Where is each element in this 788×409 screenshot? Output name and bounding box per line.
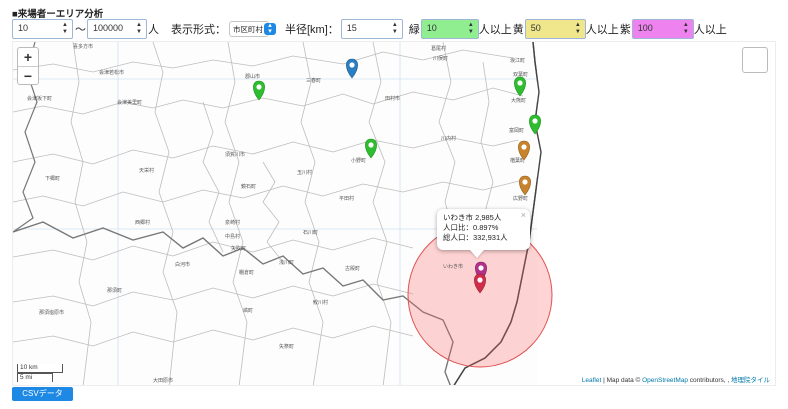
popup-line-ratio: 人口比：0.897% [443, 223, 499, 232]
place-label: 大田原市 [153, 377, 173, 384]
gsi-link[interactable]: 地理院タイル [731, 377, 770, 384]
radius-input[interactable]: 15 ▲ ▼ [340, 19, 403, 39]
map-attribution: Leaflet | Map data © OpenStreetMap contr… [578, 374, 773, 384]
yellow-suffix: 人以上 [585, 24, 619, 36]
spinner-icon[interactable]: ▲ ▼ [392, 22, 398, 36]
marker-green[interactable] [514, 76, 526, 97]
min-count-input[interactable]: 10 ▲ ▼ [12, 19, 73, 39]
place-label: 古殿町 [345, 265, 360, 272]
place-label: 石川町 [303, 230, 318, 236]
purple-threshold-value: 100 [637, 23, 653, 33]
place-label: 須賀川市 [225, 151, 245, 158]
map-popup: × いわき市 2,985人 人口比：0.897% 総人口：332,931人 [437, 209, 530, 250]
place-label: 西郷村 [135, 219, 150, 226]
place-label: 広野町 [513, 195, 528, 202]
place-label: 川俣町 [433, 55, 448, 62]
purple-label: 紫 [619, 24, 631, 36]
place-label: 田村市 [385, 95, 400, 102]
place-label: 郡山市 [245, 73, 260, 80]
green-threshold-value: 10 [426, 23, 437, 33]
green-suffix: 人以上 [478, 24, 512, 36]
place-label: 中島村 [225, 233, 240, 240]
zoom-out-button[interactable]: − [18, 66, 38, 84]
circle-center-label: いわき市 [443, 263, 463, 270]
marker-blue[interactable] [346, 58, 358, 79]
page-title: ■来場者ーエリア分析 [12, 9, 104, 20]
green-label: 緑 [408, 24, 420, 36]
spinner-icon[interactable]: ▲ ▼ [468, 22, 474, 36]
filter-controls: 10 ▲ ▼ 〜 100000 ▲ ▼ 人 表示形式： 市区町村 ▴ ▾ 半径[km]… [12, 19, 727, 39]
place-label: 小野町 [351, 157, 366, 164]
yellow-threshold-value: 50 [530, 23, 541, 33]
attribution-text: contributors, , [688, 377, 731, 384]
place-label: 葛尾村 [431, 45, 446, 52]
display-format-value: 市区町村 [233, 25, 263, 34]
place-label: 川内村 [441, 135, 456, 142]
marker-green[interactable] [365, 138, 377, 159]
spinner-icon[interactable]: ▲ ▼ [136, 22, 142, 36]
radius-label: 半径[km]： [285, 24, 339, 36]
yellow-threshold-input[interactable]: 50 ▲ ▼ [524, 19, 586, 39]
popup-tip [470, 250, 484, 258]
place-label: 会津美里町 [117, 99, 142, 106]
min-count-value: 10 [18, 23, 29, 33]
display-format-select[interactable]: 市区町村 ▴ ▾ [229, 21, 276, 37]
place-label: 天栄村 [139, 167, 154, 174]
purple-threshold-input[interactable]: 100 ▲ ▼ [631, 19, 694, 39]
people-unit: 人 [148, 24, 159, 36]
green-threshold-input[interactable]: 10 ▲ ▼ [420, 19, 479, 39]
csv-data-button[interactable]: CSVデータ [12, 387, 73, 401]
place-label: 富岡町 [509, 127, 524, 134]
display-format-label: 表示形式： [171, 24, 226, 36]
popup-close-icon[interactable]: × [521, 210, 526, 220]
place-label: 浅川町 [279, 259, 294, 266]
place-label: 平田村 [339, 195, 354, 202]
place-label: 塙町 [243, 307, 253, 314]
place-label: 鮫川村 [313, 299, 328, 306]
yellow-label: 黄 [512, 24, 524, 36]
range-tilde: 〜 [75, 24, 86, 36]
place-label: 白河市 [175, 261, 190, 268]
place-label: 会津若松市 [99, 69, 124, 76]
spinner-icon[interactable]: ▲ ▼ [575, 22, 581, 36]
marker-orange[interactable] [519, 175, 531, 196]
spinner-icon[interactable]: ▲ ▼ [683, 22, 689, 36]
place-label: 玉川村 [297, 169, 312, 176]
place-label: 矢祭町 [279, 343, 294, 350]
zoom-control: + − [17, 47, 39, 85]
max-count-value: 100000 [93, 23, 124, 33]
zoom-in-button[interactable]: + [18, 48, 38, 66]
purple-suffix: 人以上 [693, 24, 727, 36]
popup-line-count: いわき市 2,985人 [443, 213, 502, 222]
place-label: 三春町 [306, 77, 321, 84]
leaflet-link[interactable]: Leaflet [582, 377, 602, 384]
place-label: 会津坂下町 [27, 95, 52, 102]
scale-km: 10 km [17, 364, 63, 373]
place-label: 那須塩原市 [39, 309, 64, 316]
place-label: 那須町 [107, 287, 122, 294]
osm-link[interactable]: OpenStreetMap [642, 377, 688, 384]
place-label: 下郷町 [45, 175, 60, 182]
map-view[interactable]: 葛尾村 浪江町 喜多方市 会津若松市 三春町 会津坂下町 会津美里町 郡山市 田… [12, 41, 776, 386]
place-label: 鏡石町 [241, 183, 256, 190]
map-scale: 10 km 5 mi [17, 364, 63, 382]
marker-green[interactable] [253, 80, 265, 101]
select-arrow-icon[interactable]: ▴ ▾ [264, 22, 276, 35]
place-label: 泉崎村 [225, 219, 240, 226]
scale-mi: 5 mi [17, 373, 53, 382]
spinner-icon[interactable]: ▲ ▼ [62, 22, 68, 36]
radius-value: 15 [346, 23, 357, 33]
place-label: 浪江町 [510, 57, 525, 64]
map-base-layer: 葛尾村 浪江町 喜多方市 会津若松市 三春町 会津坂下町 会津美里町 郡山市 田… [13, 42, 775, 385]
place-label: 喜多方市 [73, 43, 93, 50]
max-count-input[interactable]: 100000 ▲ ▼ [87, 19, 147, 39]
layers-control-button[interactable] [742, 47, 768, 73]
place-label: 大熊町 [511, 97, 526, 104]
place-label: 矢吹町 [231, 245, 246, 252]
place-label: 棚倉町 [239, 269, 254, 276]
attribution-text: | Map data © [601, 377, 643, 384]
popup-line-population: 総人口：332,931人 [443, 233, 508, 242]
